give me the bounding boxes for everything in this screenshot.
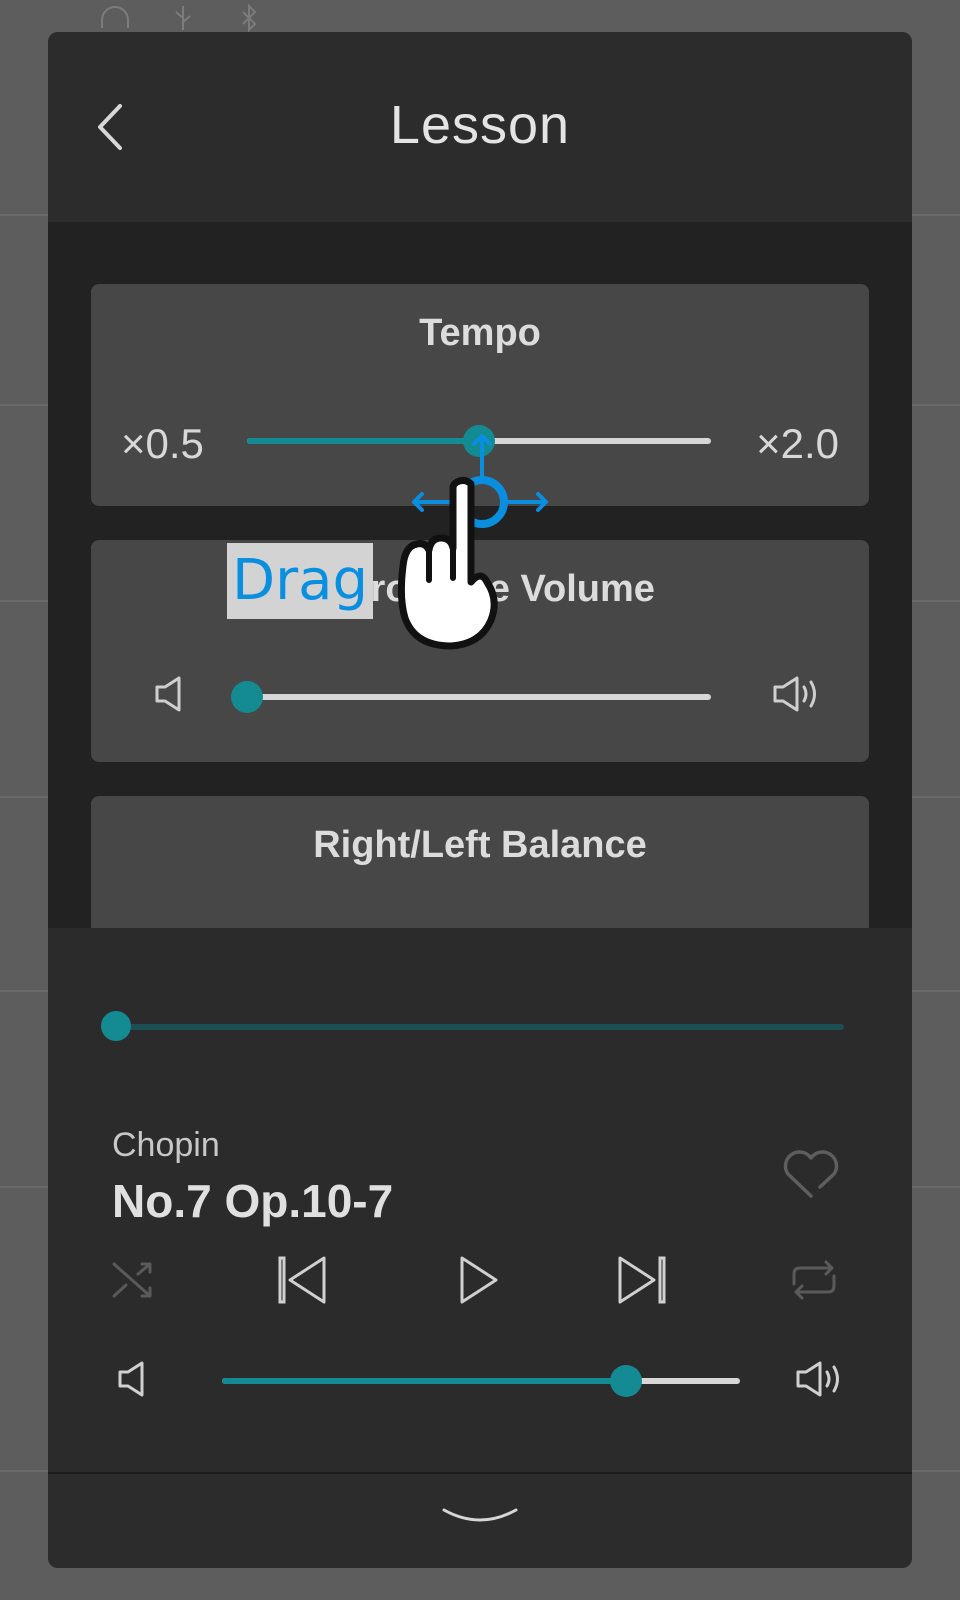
bluetooth-icon [242, 4, 257, 32]
piece-title: No.7 Op.10-7 [112, 1175, 394, 1227]
playback-progress-slider[interactable] [101, 1011, 844, 1041]
dialog-header: Lesson [48, 32, 912, 222]
usb-icon [175, 6, 191, 30]
player-volume-slider-thumb[interactable] [610, 1365, 643, 1397]
chevron-down-icon[interactable] [440, 1504, 520, 1534]
metronome-volume-slider[interactable] [231, 681, 711, 713]
balance-title: Right/Left Balance [313, 824, 647, 866]
playback-progress-thumb[interactable] [101, 1011, 131, 1041]
page-title: Lesson [389, 95, 571, 155]
tempo-min-label: ×0.5 [121, 420, 204, 467]
play-icon[interactable] [448, 1250, 508, 1310]
volume-low-icon[interactable] [149, 673, 201, 715]
volume-high-icon[interactable] [794, 1358, 846, 1400]
background-status-bar [0, 0, 960, 32]
tempo-max-label: ×2.0 [756, 420, 839, 467]
repeat-icon[interactable] [784, 1250, 844, 1310]
composer-name: Chopin [112, 1126, 220, 1164]
player-volume-slider-fill [222, 1378, 627, 1384]
volume-high-icon[interactable] [771, 673, 823, 715]
music-player: Chopin No.7 Op.10-7 [48, 928, 912, 1472]
drag-gesture-icon [397, 476, 498, 650]
shuffle-icon[interactable] [104, 1250, 164, 1310]
previous-track-icon[interactable] [272, 1250, 332, 1310]
volume-low-icon[interactable] [112, 1358, 164, 1400]
heart-icon[interactable] [780, 1146, 842, 1202]
headphones-icon [101, 6, 129, 28]
next-track-icon[interactable] [612, 1250, 672, 1310]
tempo-title: Tempo [419, 312, 541, 354]
balance-card: Right/Left Balance [91, 796, 869, 928]
player-volume-slider[interactable] [222, 1365, 740, 1397]
metronome-volume-slider-thumb[interactable] [231, 681, 263, 713]
dialog-footer [48, 1474, 912, 1568]
drag-hint-label: Drag [227, 543, 373, 619]
lesson-dialog: Lesson Tempo ×0.5 ×2.0 Metronome Volume [48, 32, 912, 1568]
